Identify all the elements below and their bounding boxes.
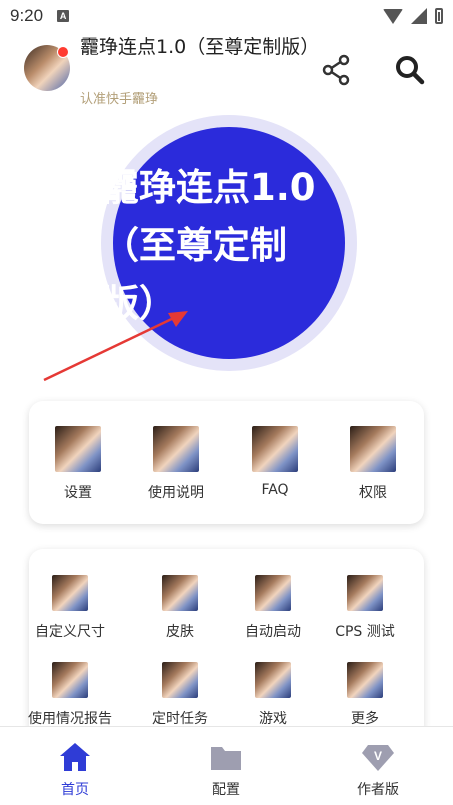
feature-item-label: 自动启动 (245, 624, 301, 640)
search-button[interactable] (392, 52, 428, 88)
nav-label-author-edition: 作者版 (357, 782, 399, 798)
feature-item-label: 定时任务 (152, 711, 208, 727)
permissions-thumbnail (350, 426, 396, 472)
settings-thumbnail (55, 426, 101, 472)
feature-item-label: CPS 测试 (335, 624, 395, 640)
quick-item-instructions[interactable]: 使用说明 (136, 426, 216, 502)
feature-item-custom-size[interactable]: 自定义尺寸 (22, 575, 118, 641)
search-icon (396, 56, 425, 85)
vip-diamond-icon: V (362, 745, 394, 771)
feature-item-label: 更多 (351, 711, 379, 727)
nav-label-home: 首页 (61, 782, 89, 798)
quick-item-label: 权限 (359, 485, 387, 501)
home-icon (60, 743, 90, 771)
quick-item-label: FAQ (261, 482, 289, 498)
feature-menu-card: 自定义尺寸 皮肤 自动启动 CPS 测试 使用情况报告 定时任务 游戏 更多 (28, 549, 424, 739)
feature-item-cps-test[interactable]: CPS 测试 (317, 575, 413, 641)
svg-text:V: V (374, 749, 382, 763)
nav-item-config[interactable]: 配置 (166, 727, 286, 805)
nav-label-config: 配置 (212, 782, 240, 798)
feature-item-skin[interactable]: 皮肤 (132, 575, 228, 641)
status-bar: 9:20 A (0, 0, 453, 32)
games-thumbnail (255, 662, 291, 698)
quick-item-label: 使用说明 (148, 485, 204, 501)
feature-item-label: 游戏 (259, 711, 287, 727)
quick-item-faq[interactable]: FAQ (235, 426, 315, 498)
scheduled-task-thumbnail (162, 662, 198, 698)
share-icon (322, 54, 350, 86)
notification-dot (57, 46, 69, 58)
more-thumbnail (347, 662, 383, 698)
feature-item-usage-report[interactable]: 使用情况报告 (22, 662, 118, 728)
skin-thumbnail (162, 575, 198, 611)
a-icon: A (57, 10, 70, 22)
pointer-arrow-icon (43, 311, 188, 382)
bottom-navigation: 首页 配置 V 作者版 (0, 726, 453, 805)
page-title: 龗琤连点1.0（至尊定制版） (80, 36, 320, 58)
usage-report-thumbnail (52, 662, 88, 698)
app-header: 龗琤连点1.0（至尊定制版） 认准快手龗琤 (0, 32, 453, 108)
nav-item-home[interactable]: 首页 (15, 727, 135, 805)
feature-item-games[interactable]: 游戏 (225, 662, 321, 728)
folder-icon (211, 747, 241, 770)
quick-item-label: 设置 (64, 485, 92, 501)
auto-start-thumbnail (255, 575, 291, 611)
instructions-thumbnail (153, 426, 199, 472)
feature-item-label: 皮肤 (166, 624, 194, 640)
wifi-icon (383, 8, 403, 24)
feature-item-more[interactable]: 更多 (317, 662, 413, 728)
page-subtitle: 认准快手龗琤 (80, 92, 159, 107)
quick-menu-card: 设置 使用说明 FAQ 权限 (29, 401, 424, 524)
feature-item-label: 使用情况报告 (28, 711, 112, 727)
quick-item-permissions[interactable]: 权限 (333, 426, 413, 502)
faq-thumbnail (252, 426, 298, 472)
custom-size-thumbnail (52, 575, 88, 611)
status-icons (383, 8, 443, 24)
cps-test-thumbnail (347, 575, 383, 611)
quick-item-settings[interactable]: 设置 (38, 426, 118, 502)
feature-item-scheduled-task[interactable]: 定时任务 (132, 662, 228, 728)
feature-item-label: 自定义尺寸 (35, 624, 105, 640)
feature-item-auto-start[interactable]: 自动启动 (225, 575, 321, 641)
status-time: 9:20 (10, 6, 44, 25)
nav-item-author-edition[interactable]: V 作者版 (318, 727, 438, 805)
share-button[interactable] (318, 52, 354, 88)
signal-icon (411, 8, 427, 24)
battery-icon (435, 8, 443, 24)
